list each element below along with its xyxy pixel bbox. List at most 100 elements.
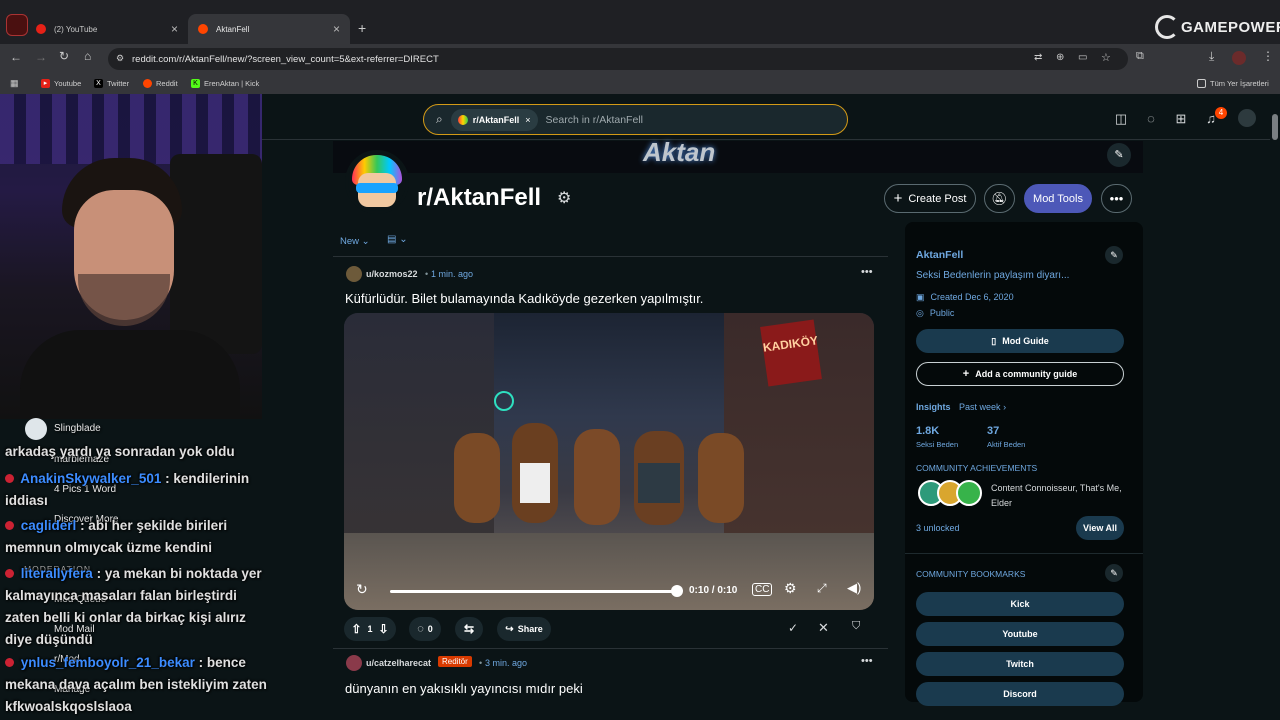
page-scrollbar[interactable] — [1270, 94, 1280, 720]
post-title[interactable]: Küfürlüdür. Bilet bulamayında Kadıköyde … — [345, 291, 703, 306]
tab-aktanfell[interactable]: AktanFell × — [188, 14, 350, 44]
tab-youtube[interactable]: (2) YouTube × — [26, 14, 188, 44]
post-menu-icon[interactable]: ••• — [861, 266, 873, 278]
bookmark-label: Discord — [1003, 689, 1037, 699]
profile-avatar[interactable] — [1232, 51, 1246, 65]
extensions-icon[interactable]: ⧉ — [1136, 50, 1144, 63]
bookmark-twitter[interactable]: X Twitter — [94, 79, 129, 88]
create-icon[interactable]: ⊞ — [1172, 110, 1190, 128]
view-dropdown[interactable]: ▤ ⌄ — [387, 234, 408, 245]
add-community-guide-button[interactable]: + Add a community guide — [916, 362, 1124, 386]
all-bookmarks[interactable]: Tüm Yer İşaretleri — [1197, 79, 1269, 88]
edit-icon[interactable]: ✎ — [1105, 564, 1123, 582]
post-video[interactable]: KADIKÖY ↻ 0:10 / 0:10 CC ⚙ ⤢ ◀︎) — [344, 313, 874, 610]
back-icon[interactable]: ← — [10, 50, 22, 64]
chip-label: r/AktanFell — [472, 114, 520, 125]
advertise-icon[interactable]: ◫ — [1112, 110, 1130, 128]
chat-icon[interactable]: ◌ — [1142, 110, 1160, 128]
folder-icon — [1197, 79, 1206, 88]
post-author[interactable]: u/catzelharecat — [366, 658, 431, 668]
shield-icon[interactable]: ⛉ — [852, 620, 860, 633]
more-options-button[interactable]: ••• — [1101, 184, 1132, 213]
share-button[interactable]: ↪ Share — [497, 617, 551, 641]
chat-badge-icon — [5, 474, 14, 483]
close-icon[interactable]: × — [525, 115, 530, 125]
scrollbar-thumb[interactable] — [1272, 114, 1278, 140]
bookmark-reddit[interactable]: Reddit — [143, 79, 178, 88]
home-icon[interactable]: ⌂ — [84, 49, 91, 63]
approve-icon[interactable]: ✓ — [788, 621, 798, 635]
post-card[interactable]: u/catzelharecat Reditör • 3 min. ago •••… — [333, 650, 888, 700]
sort-dropdown[interactable]: New ⌄ — [340, 236, 370, 247]
remove-icon[interactable]: ✕ — [818, 620, 829, 636]
bookmark-label: Tüm Yer İşaretleri — [1210, 79, 1269, 88]
post-title[interactable]: dünyanın en yakısıklı yayıncısı mıdır pe… — [345, 681, 583, 696]
bookmark-kick[interactable]: K ErenAktan | Kick — [191, 79, 259, 88]
forward-icon[interactable]: → — [35, 50, 47, 64]
dot-separator: • — [479, 658, 483, 668]
apps-icon[interactable]: ▦ — [10, 78, 19, 89]
mod-guide-button[interactable]: ▯ Mod Guide — [916, 329, 1124, 353]
comments-button[interactable]: ◌ 0 — [409, 617, 441, 641]
edit-icon[interactable]: ✎ — [1105, 246, 1123, 264]
achievements-heading: COMMUNITY ACHIEVEMENTS — [916, 463, 1038, 473]
video-progress-bar[interactable] — [390, 590, 680, 593]
reddit-icon — [143, 79, 152, 88]
settings-icon[interactable]: ⚙ — [784, 580, 797, 597]
bookmark-youtube-button[interactable]: Youtube — [916, 622, 1124, 646]
chat-message: arkadaş yardı ya sonradan yok oldu — [5, 441, 270, 463]
edit-banner-icon[interactable]: ✎ — [1107, 143, 1131, 167]
bookmark-twitch-button[interactable]: Twitch — [916, 652, 1124, 676]
create-post-button[interactable]: + Create Post — [884, 184, 976, 213]
notifications-toggle-button[interactable]: 🔕︎ — [984, 184, 1015, 213]
user-avatar[interactable] — [1238, 109, 1256, 127]
bookmark-discord-button[interactable]: Discord — [916, 682, 1124, 706]
downvote-icon[interactable]: ⇩ — [379, 622, 389, 636]
new-tab-button[interactable]: + — [358, 20, 366, 36]
bookmark-kick-button[interactable]: Kick — [916, 592, 1124, 616]
search-bar[interactable]: ⌕ r/AktanFell × Search in r/AktanFell — [423, 104, 848, 135]
vote-control[interactable]: ⇧ 1 ⇩ — [344, 617, 396, 641]
unlocked-count: 3 unlocked — [916, 523, 960, 533]
mod-tools-button[interactable]: Mod Tools — [1024, 184, 1092, 213]
star-icon[interactable]: ☆ — [1101, 51, 1111, 64]
translate-icon[interactable]: ⇄ — [1034, 52, 1042, 63]
bookmark-label: Reddit — [156, 79, 178, 88]
mod-tools-label: Mod Tools — [1033, 192, 1083, 205]
zoom-icon[interactable]: ⊕ — [1056, 52, 1064, 63]
close-icon[interactable]: × — [171, 22, 178, 36]
chat-username: literallyfera — [20, 566, 93, 581]
menu-icon[interactable]: ⋮ — [1262, 49, 1274, 63]
close-icon[interactable]: × — [333, 22, 340, 36]
download-icon[interactable]: ⤓ — [1209, 49, 1214, 64]
streamer-webcam — [0, 94, 262, 419]
webcam-person-body — [20, 330, 240, 419]
post-card[interactable]: u/kozmos22 • 1 min. ago ••• Küfürlüdür. … — [333, 258, 888, 648]
visibility: ◎ Public — [916, 308, 954, 319]
chat-badge-icon — [5, 569, 14, 578]
view-all-button[interactable]: View All — [1076, 516, 1124, 540]
fullscreen-icon[interactable]: ⤢ — [817, 581, 827, 596]
subreddit-settings-icon[interactable]: ⚙ — [557, 188, 571, 208]
site-info-icon[interactable]: ⚙ — [116, 53, 124, 64]
chat-message: literallyfera : ya mekan bi noktada yer … — [5, 563, 270, 651]
post-menu-icon[interactable]: ••• — [861, 655, 873, 667]
upvote-icon[interactable]: ⇧ — [351, 622, 361, 636]
x-icon: X — [94, 79, 103, 88]
video-time: 0:10 / 0:10 — [689, 585, 738, 596]
post-author[interactable]: u/kozmos22 — [366, 269, 418, 279]
volume-icon[interactable]: ◀︎) — [847, 580, 861, 596]
cast-icon[interactable]: ▭ — [1078, 52, 1087, 63]
replay-icon[interactable]: ↻ — [356, 581, 368, 598]
progress-handle[interactable] — [671, 585, 683, 597]
url-field[interactable]: ⚙ reddit.com/r/AktanFell/new/?screen_vie… — [108, 48, 1128, 70]
created-text: Created Dec 6, 2020 — [930, 292, 1014, 302]
crosspost-button[interactable]: ⇆ — [455, 617, 483, 641]
reload-icon[interactable]: ↻ — [59, 49, 69, 63]
bookmark-youtube[interactable]: ▸ Youtube — [41, 79, 81, 88]
insights-row[interactable]: Insights Past week › — [916, 402, 1006, 412]
subreddit-search-chip[interactable]: r/AktanFell × — [450, 108, 538, 131]
captions-icon[interactable]: CC — [752, 583, 773, 596]
youtube-icon: ▸ — [41, 79, 50, 88]
achievement-badges[interactable] — [918, 480, 982, 508]
